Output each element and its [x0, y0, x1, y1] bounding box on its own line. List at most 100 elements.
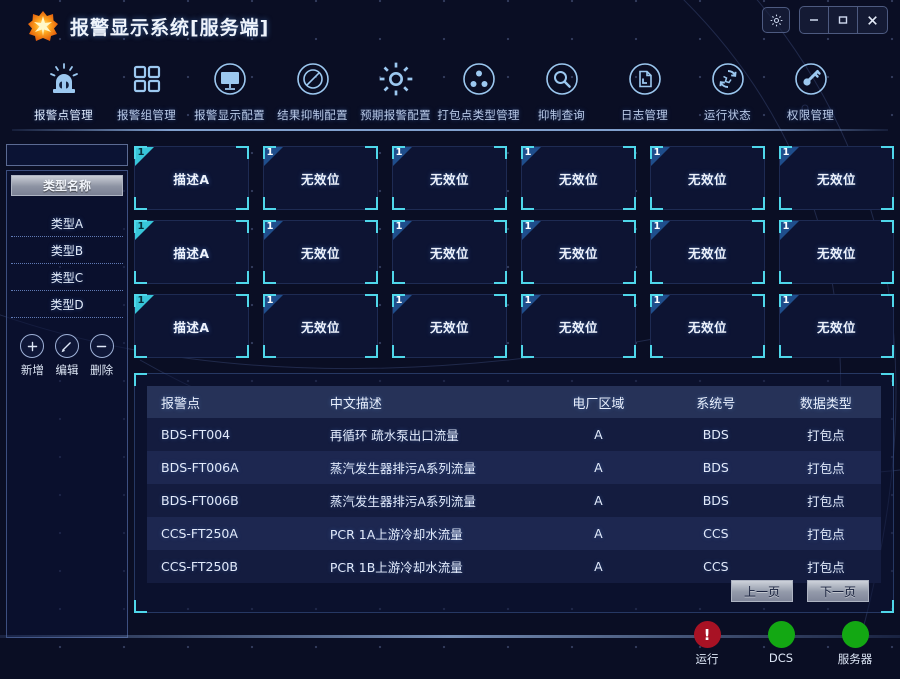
- edit-type-button[interactable]: 编辑: [50, 334, 84, 378]
- server-status-icon: [841, 621, 869, 648]
- grid-squares-icon: [127, 56, 167, 102]
- card-corner-top-left: [779, 146, 792, 159]
- close-button[interactable]: [858, 7, 887, 33]
- alarm-card[interactable]: 1 描述A: [134, 294, 249, 358]
- card-corner-bottom-right: [623, 345, 636, 358]
- toolbar-item-alarm-group-management[interactable]: 报警组管理: [105, 56, 188, 123]
- nodes-icon: [459, 56, 499, 102]
- table-row[interactable]: CCS-FT250A PCR 1A上游冷却水流量 A CCS 打包点: [147, 517, 881, 550]
- alarm-card[interactable]: 1 无效位: [521, 146, 636, 210]
- alarm-card[interactable]: 1 无效位: [263, 220, 378, 284]
- window-button-group: [799, 6, 888, 34]
- cell-alarm-point: CCS-FT250A: [161, 526, 238, 541]
- add-type-button[interactable]: 新增: [15, 334, 49, 378]
- status-dcs-label: DCS: [768, 651, 794, 665]
- type-list-header: 类型名称: [11, 175, 123, 196]
- card-corner-bottom-left: [650, 197, 663, 210]
- alarm-card[interactable]: 1 无效位: [521, 220, 636, 284]
- status-running: ! 运行: [684, 621, 730, 667]
- alarm-card[interactable]: 1 描述A: [134, 220, 249, 284]
- toolbar-item-expected-alarm-config[interactable]: 预期报警配置: [354, 56, 437, 123]
- table-row[interactable]: CCS-FT250B PCR 1B上游冷却水流量 A CCS 打包点: [147, 550, 881, 583]
- alarm-card[interactable]: 1 无效位: [650, 146, 765, 210]
- alarm-card[interactable]: 1 无效位: [779, 146, 894, 210]
- card-corner-top-right: [752, 220, 765, 233]
- table-row[interactable]: BDS-FT006B 蒸汽发生器排污A系列流量 A BDS 打包点: [147, 484, 881, 517]
- minimize-button[interactable]: [800, 7, 829, 33]
- delete-type-button[interactable]: 删除: [85, 334, 119, 378]
- card-corner-bottom-left: [263, 197, 276, 210]
- toolbar-item-package-point-type-management[interactable]: 打包点类型管理: [437, 56, 520, 123]
- toolbar-item-result-suppression-config[interactable]: 结果抑制配置: [271, 56, 354, 123]
- table-row[interactable]: BDS-FT006A 蒸汽发生器排污A系列流量 A BDS 打包点: [147, 451, 881, 484]
- toolbar-item-log-management[interactable]: 日志管理: [603, 56, 686, 123]
- alarm-card[interactable]: 1 无效位: [263, 146, 378, 210]
- alarm-point-table: 报警点 中文描述 电厂区域 系统号 数据类型 BDS-FT004 再循环 疏水泵出…: [147, 386, 881, 583]
- type-list-item[interactable]: 类型C: [11, 264, 123, 291]
- type-list-item[interactable]: 类型B: [11, 237, 123, 264]
- cell-alarm-point: CCS-FT250B: [161, 559, 238, 574]
- toolbar-item-label: 日志管理: [620, 108, 669, 122]
- column-header-plant-area[interactable]: 电厂区域: [536, 386, 661, 418]
- toolbar-item-label: 预期报警配置: [360, 108, 431, 122]
- prev-page-button[interactable]: 上一页: [731, 580, 793, 602]
- next-page-button[interactable]: 下一页: [807, 580, 869, 602]
- toolbar-item-suppression-query[interactable]: 抑制查询: [520, 56, 603, 123]
- toolbar-item-alarm-point-management[interactable]: 报警点管理: [22, 56, 105, 123]
- title-bar: 报警显示系统[服务端]: [0, 0, 900, 52]
- type-list-item[interactable]: 类型A: [11, 210, 123, 237]
- alarm-card[interactable]: 1 描述A: [134, 146, 249, 210]
- alarm-card[interactable]: 1 无效位: [392, 294, 507, 358]
- monitor-icon: [210, 56, 250, 102]
- card-corner-top-right: [365, 220, 378, 233]
- card-corner-bottom-right: [494, 197, 507, 210]
- toolbar-item-alarm-display-config[interactable]: 报警显示配置: [188, 56, 271, 123]
- column-header-system-no[interactable]: 系统号: [660, 386, 771, 418]
- panel-corner-top-left: [134, 373, 147, 386]
- card-label: 无效位: [558, 319, 598, 335]
- card-corner-top-right: [623, 294, 636, 307]
- card-corner-bottom-left: [650, 345, 663, 358]
- toolbar-item-permission-management[interactable]: 权限管理: [769, 56, 852, 123]
- cell-plant-area: A: [594, 493, 603, 508]
- globe-refresh-icon: [708, 56, 748, 102]
- card-corner-top-right: [623, 220, 636, 233]
- settings-button[interactable]: [762, 7, 790, 33]
- table-row[interactable]: BDS-FT004 再循环 疏水泵出口流量 A BDS 打包点: [147, 418, 881, 451]
- cell-description: 再循环 疏水泵出口流量: [329, 428, 459, 443]
- table-header: 报警点 中文描述 电厂区域 系统号 数据类型: [147, 386, 881, 418]
- card-label: 描述A: [173, 245, 210, 261]
- card-label: 无效位: [300, 319, 340, 335]
- card-corner-bottom-right: [881, 197, 894, 210]
- card-corner-top-right: [881, 294, 894, 307]
- alarm-card[interactable]: 1 无效位: [392, 146, 507, 210]
- type-list-item[interactable]: 类型D: [11, 291, 123, 318]
- cell-system-no: CCS: [703, 559, 729, 574]
- card-corner-top-right: [236, 220, 249, 233]
- column-header-description[interactable]: 中文描述: [315, 386, 536, 418]
- panel-corner-bottom-right: [881, 600, 894, 613]
- alarm-card[interactable]: 1 无效位: [779, 220, 894, 284]
- document-icon: [625, 56, 665, 102]
- alarm-card[interactable]: 1 无效位: [392, 220, 507, 284]
- search-box[interactable]: [6, 144, 171, 166]
- card-corner-top-right: [236, 146, 249, 159]
- delete-type-label: 删除: [90, 363, 114, 377]
- column-header-alarm-point[interactable]: 报警点: [147, 386, 316, 418]
- column-header-data-type[interactable]: 数据类型: [770, 386, 881, 418]
- maximize-button[interactable]: [829, 7, 858, 33]
- alarm-card[interactable]: 1 无效位: [263, 294, 378, 358]
- window-controls: [762, 6, 888, 34]
- cell-system-no: BDS: [702, 427, 729, 442]
- alarm-card[interactable]: 1 无效位: [650, 294, 765, 358]
- alarm-card[interactable]: 1 无效位: [650, 220, 765, 284]
- cell-plant-area: A: [594, 526, 603, 541]
- card-corner-top-left: [650, 294, 663, 307]
- alarm-card[interactable]: 1 无效位: [521, 294, 636, 358]
- dcs-status-icon: [767, 621, 795, 648]
- toolbar-item-operation-status[interactable]: 运行状态: [686, 56, 769, 123]
- alarm-card[interactable]: 1 无效位: [779, 294, 894, 358]
- panel-corner-bottom-left: [134, 600, 147, 613]
- cell-system-no: CCS: [703, 526, 729, 541]
- minus-circle-icon: [89, 334, 114, 358]
